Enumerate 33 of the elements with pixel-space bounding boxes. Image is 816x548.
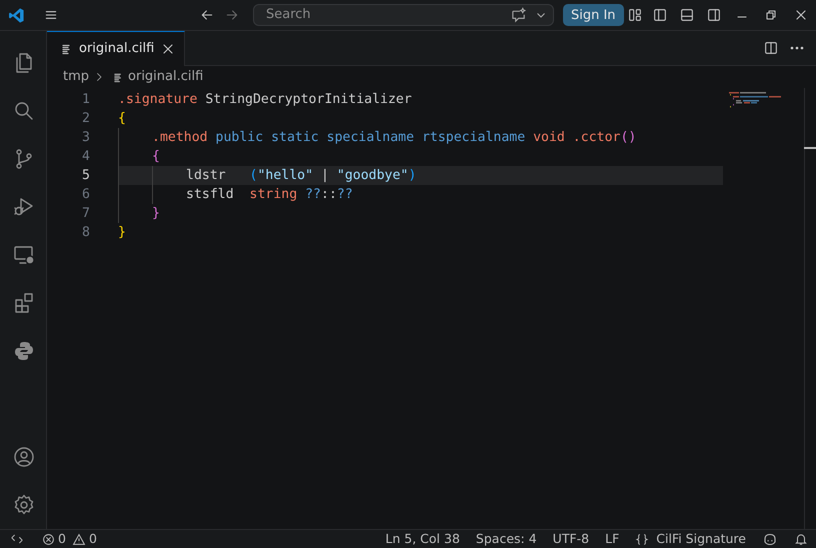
line-number: 1 [81, 91, 90, 109]
status-item[interactable]: LF [597, 530, 628, 548]
code-line: { [152, 148, 160, 166]
line-number: 8 [81, 224, 90, 242]
scrollbar[interactable] [804, 88, 816, 529]
search-field[interactable]: Search [264, 4, 510, 26]
sign-in-button[interactable]: Sign In [562, 4, 624, 26]
editor-tab[interactable]: original.cilfi [47, 31, 186, 66]
chat-icon[interactable] [510, 6, 527, 24]
line-number: 4 [81, 148, 90, 166]
code-line: ldstr ("hello" | "goodbye") [186, 167, 416, 185]
line-number: 3 [81, 129, 90, 147]
code-line: } [118, 224, 126, 242]
line-number: 5 [81, 167, 90, 185]
line-number: 2 [81, 110, 90, 128]
breadcrumb-item[interactable]: original.cilfi [128, 67, 204, 87]
line-number: 6 [81, 186, 90, 204]
status-item[interactable]: Spaces: 4 [468, 530, 545, 548]
braces-icon [635, 532, 650, 546]
code-line: .method public static specialname rtspecialname void .cctor() [152, 129, 636, 147]
status-item[interactable]: UTF-8 [544, 530, 598, 548]
code-line: stsfld string ??::?? [186, 186, 353, 204]
app-logo [8, 6, 25, 24]
language-mode[interactable]: CilFi Signature [627, 530, 754, 548]
status-item[interactable]: Ln 5, Col 38 [377, 530, 468, 548]
search-bar[interactable]: Search [252, 4, 554, 26]
code-line: } [152, 205, 160, 223]
breadcrumb-item[interactable]: tmp [63, 67, 90, 87]
problems-indicator[interactable]: 0 0 [34, 530, 105, 548]
code-line: { [118, 110, 126, 128]
cursor-marker [804, 147, 816, 149]
code-line: .signature StringDecryptorInitializer [118, 91, 412, 109]
line-number: 7 [81, 205, 90, 223]
